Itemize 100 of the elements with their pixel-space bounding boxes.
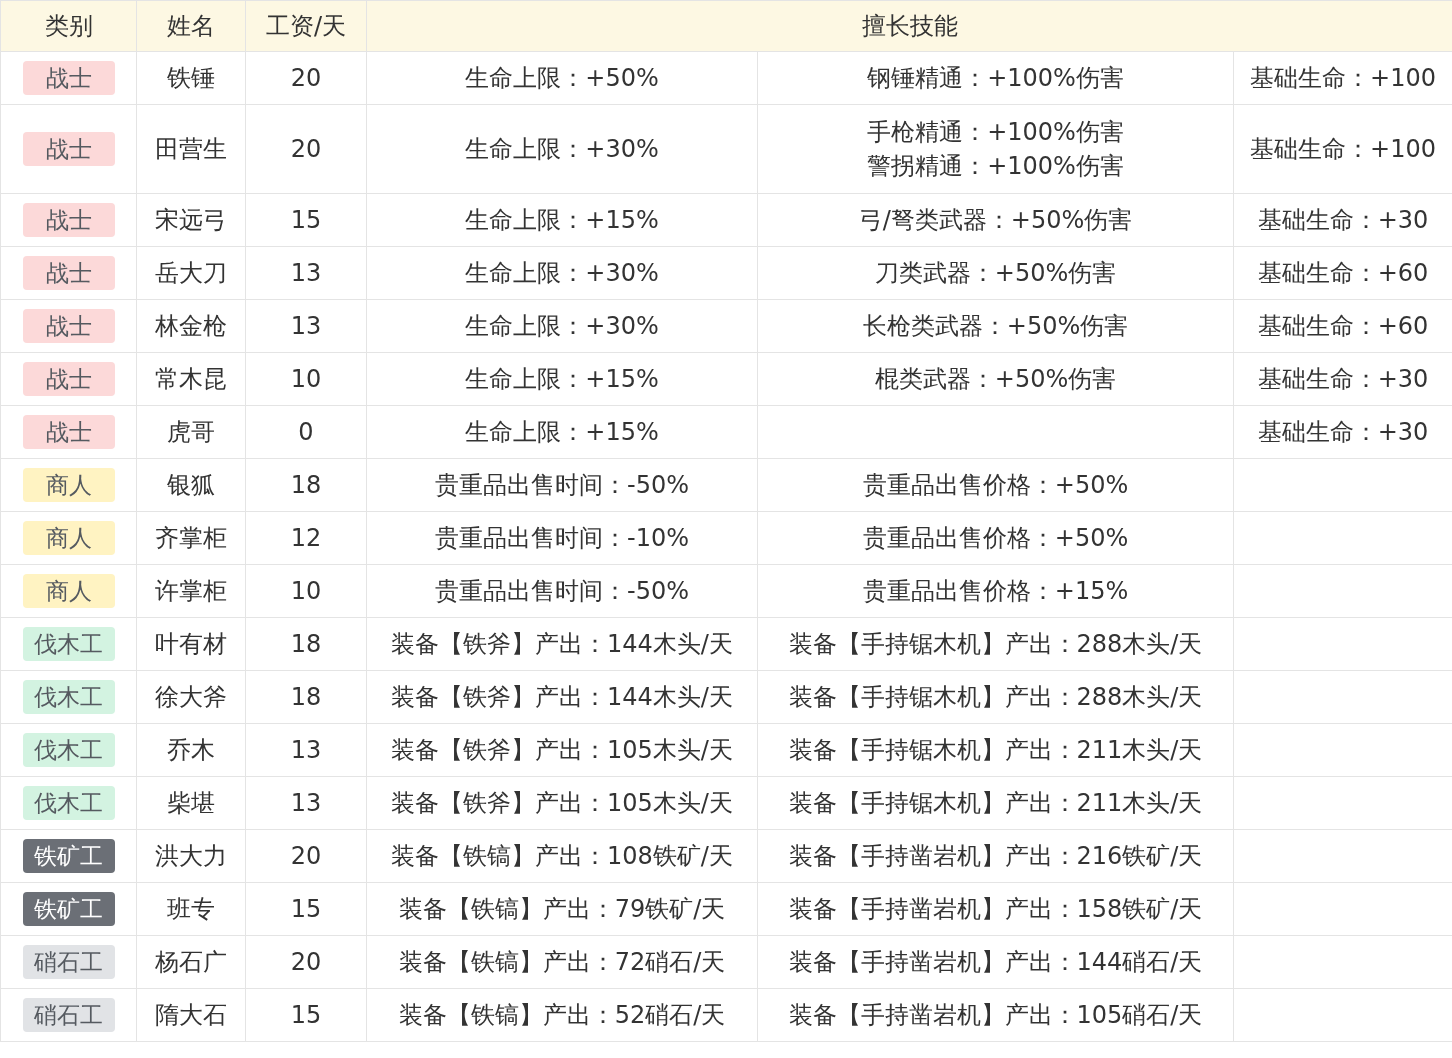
table-cell: 岳大刀: [136, 246, 246, 300]
skill-text: 基础生命：+30: [1257, 417, 1429, 448]
skill-text: 装备【手持锯木机】产出：288木头/天: [788, 682, 1203, 713]
skill-text: 刀类武器：+50%伤害: [874, 258, 1117, 289]
column-header: 擅长技能: [366, 0, 1452, 52]
table-cell: 18: [245, 458, 367, 512]
skill-text: 贵重品出售时间：-50%: [435, 470, 689, 501]
skill-text: 生命上限：+15%: [465, 364, 659, 395]
category-tag: 商人: [22, 574, 115, 608]
table-cell: 20: [245, 51, 367, 105]
skill-text: 装备【手持锯木机】产出：288木头/天: [788, 629, 1203, 660]
table-cell: 15: [245, 882, 367, 936]
table-cell: 徐大斧: [136, 670, 246, 724]
category-tag: 伐木工: [22, 627, 115, 661]
skill-text: 生命上限：+30%: [465, 258, 659, 289]
category-tag: 伐木工: [22, 786, 115, 820]
category-tag: 伐木工: [22, 733, 115, 767]
skill-text: 基础生命：+30: [1257, 205, 1429, 236]
skill-text: 贵重品出售时间：-50%: [435, 576, 689, 607]
category-tag: 硝石工: [22, 998, 115, 1032]
table-cell: 13: [245, 723, 367, 777]
column-header: 姓名: [136, 0, 246, 52]
skill-text: 基础生命：+30: [1257, 364, 1429, 395]
category-tag: 铁矿工: [22, 839, 115, 873]
column-header: 类别: [0, 0, 137, 52]
category-tag: 商人: [22, 521, 115, 555]
skill-text: 装备【手持锯木机】产出：211木头/天: [788, 735, 1203, 766]
skill-text: 装备【手持锯木机】产出：211木头/天: [788, 788, 1203, 819]
table-cell: 13: [245, 299, 367, 353]
table-cell: 叶有材: [136, 617, 246, 671]
table-cell: 20: [245, 935, 367, 989]
category-tag: 战士: [22, 132, 115, 166]
skill-text: 装备【铁镐】产出：79铁矿/天: [398, 894, 726, 925]
category-tag: 战士: [22, 309, 115, 343]
table-cell: 18: [245, 670, 367, 724]
table-cell: 洪大力: [136, 829, 246, 883]
category-tag: 硝石工: [22, 945, 115, 979]
table-cell: 10: [245, 564, 367, 618]
table-cell: 班专: [136, 882, 246, 936]
skill-text: 贵重品出售时间：-10%: [435, 523, 689, 554]
table-cell: 许掌柜: [136, 564, 246, 618]
table-cell: 13: [245, 246, 367, 300]
skill-text: 长枪类武器：+50%伤害: [862, 311, 1129, 342]
table-cell: 15: [245, 988, 367, 1042]
table-cell: 15: [245, 193, 367, 247]
table-cell: 0: [245, 405, 367, 459]
table-cell: 柴堪: [136, 776, 246, 830]
table-cell: 隋大石: [136, 988, 246, 1042]
skill-text: 装备【铁斧】产出：144木头/天: [391, 682, 733, 713]
skill-text: 基础生命：+60: [1257, 258, 1429, 289]
skill-text: 手枪精通：+100%伤害 警拐精通：+100%伤害: [867, 117, 1124, 182]
skill-text: 贵重品出售价格：+50%: [862, 470, 1129, 501]
skill-text: 贵重品出售价格：+15%: [862, 576, 1129, 607]
skill-text: 装备【铁斧】产出：105木头/天: [391, 788, 733, 819]
table-cell: 林金枪: [136, 299, 246, 353]
table-cell: 常木昆: [136, 352, 246, 406]
skill-text: 棍类武器：+50%伤害: [874, 364, 1117, 395]
category-tag: 商人: [22, 468, 115, 502]
table-cell: 铁锤: [136, 51, 246, 105]
skill-text: 装备【铁镐】产出：72硝石/天: [398, 947, 726, 978]
column-header: 工资/天: [245, 0, 367, 52]
skill-text: 装备【手持凿岩机】产出：144硝石/天: [788, 947, 1203, 978]
table-cell: 杨石广: [136, 935, 246, 989]
skill-text: 装备【铁斧】产出：144木头/天: [391, 629, 733, 660]
category-tag: 伐木工: [22, 680, 115, 714]
table-cell: 18: [245, 617, 367, 671]
skill-text: 基础生命：+100: [1250, 63, 1436, 94]
skill-text: 基础生命：+60: [1257, 311, 1429, 342]
table-cell: 13: [245, 776, 367, 830]
category-tag: 战士: [22, 203, 115, 237]
table-cell: 虎哥: [136, 405, 246, 459]
skill-text: 装备【手持凿岩机】产出：216铁矿/天: [788, 841, 1203, 872]
skill-text: 装备【手持凿岩机】产出：105硝石/天: [788, 1000, 1203, 1031]
table-cell: 宋远弓: [136, 193, 246, 247]
skill-text: 弓/弩类武器：+50%伤害: [858, 205, 1133, 236]
skill-text: 装备【铁镐】产出：108铁矿/天: [391, 841, 733, 872]
category-tag: 战士: [22, 415, 115, 449]
table-cell: 10: [245, 352, 367, 406]
table-cell: 银狐: [136, 458, 246, 512]
category-tag: 战士: [22, 256, 115, 290]
category-tag: 战士: [22, 362, 115, 396]
skill-text: 生命上限：+30%: [465, 311, 659, 342]
category-tag: 铁矿工: [22, 892, 115, 926]
skill-text: 生命上限：+15%: [465, 417, 659, 448]
table-cell: 20: [245, 829, 367, 883]
skill-text: 装备【铁镐】产出：52硝石/天: [398, 1000, 726, 1031]
table-cell: 12: [245, 511, 367, 565]
skill-text: 生命上限：+50%: [465, 63, 659, 94]
skill-text: 装备【手持凿岩机】产出：158铁矿/天: [788, 894, 1203, 925]
table-cell: 田营生: [136, 104, 246, 194]
skill-text: 基础生命：+100: [1250, 134, 1436, 165]
skill-text: 装备【铁斧】产出：105木头/天: [391, 735, 733, 766]
table-cell: 20: [245, 104, 367, 194]
skill-text: 钢锤精通：+100%伤害: [867, 63, 1124, 94]
skill-text: 贵重品出售价格：+50%: [862, 523, 1129, 554]
skill-text: 生命上限：+30%: [465, 134, 659, 165]
skill-text: 生命上限：+15%: [465, 205, 659, 236]
category-tag: 战士: [22, 61, 115, 95]
table-cell: 齐掌柜: [136, 511, 246, 565]
table-cell: 乔木: [136, 723, 246, 777]
